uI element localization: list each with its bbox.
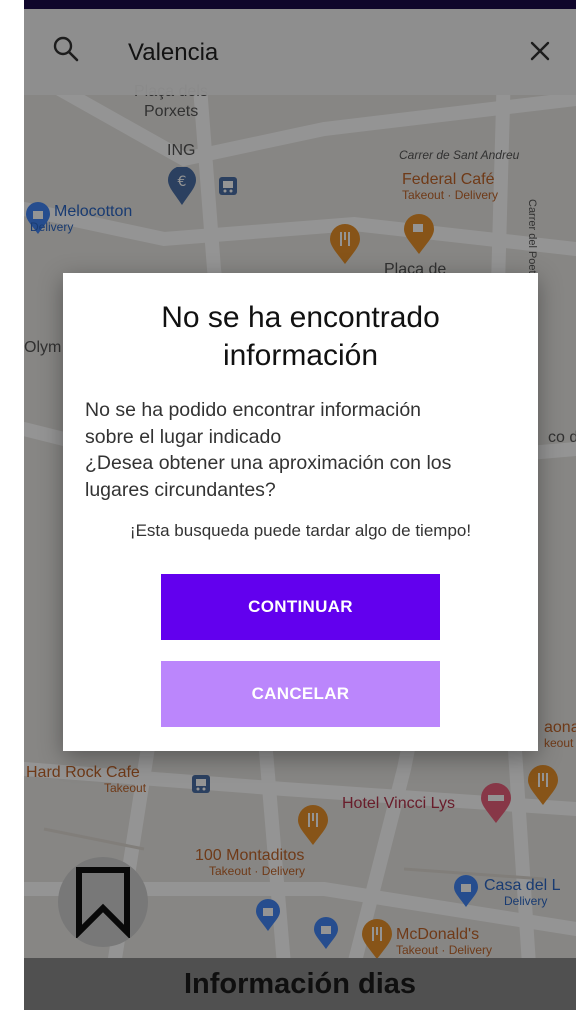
no-info-dialog: No se ha encontrado información No se ha…: [63, 273, 538, 751]
dialog-note: ¡Esta busqueda puede tardar algo de tiem…: [129, 521, 472, 540]
dialog-message-line3: ¿Desea obtener una aproximación con los: [85, 452, 452, 474]
dialog-title-line1: No se ha encontrado: [161, 301, 440, 334]
dialog-message: No se ha podido encontrar información so…: [85, 397, 525, 503]
dialog-title: No se ha encontrado información: [63, 299, 538, 375]
continue-button[interactable]: CONTINUAR: [161, 574, 440, 640]
dialog-message-line4: lugares circundantes?: [85, 478, 276, 501]
app-screen: Plaça dels Porxets ING € Carrer de Sant …: [24, 0, 576, 1010]
dialog-title-line2: información: [222, 339, 379, 372]
cancel-button[interactable]: CANCELAR: [161, 661, 440, 727]
dialog-message-line1: No se ha podido encontrar información: [85, 399, 422, 421]
dialog-message-line2: sobre el lugar indicado: [85, 425, 282, 448]
